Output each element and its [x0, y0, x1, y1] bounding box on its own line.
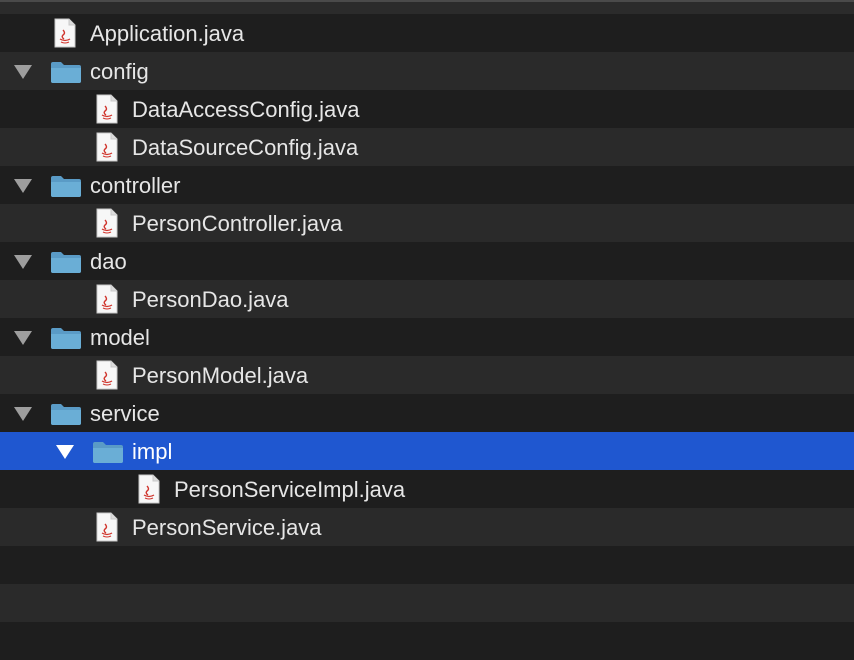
- empty-row: [0, 584, 854, 622]
- folder-icon: [51, 404, 81, 425]
- file-label: DataAccessConfig.java: [132, 97, 360, 122]
- java-file-icon: [96, 94, 118, 124]
- tree-file-row[interactable]: PersonModel.java: [0, 356, 854, 394]
- file-label: PersonServiceImpl.java: [174, 477, 406, 502]
- folder-label: impl: [132, 439, 173, 464]
- java-file-icon: [54, 18, 76, 48]
- folder-label: model: [90, 325, 150, 350]
- tree-file-row[interactable]: DataAccessConfig.java: [0, 90, 854, 128]
- file-label: PersonDao.java: [132, 287, 289, 312]
- empty-row: [0, 546, 854, 584]
- java-file-icon: [96, 360, 118, 390]
- tree-file-row[interactable]: PersonController.java: [0, 204, 854, 242]
- folder-icon: [51, 328, 81, 349]
- folder-icon: [51, 62, 81, 83]
- empty-row: [0, 622, 854, 660]
- tree-file-row[interactable]: Application.java: [0, 14, 854, 52]
- folder-label: config: [90, 59, 149, 84]
- tree-folder-row[interactable]: dao: [0, 242, 854, 280]
- file-label: PersonService.java: [132, 515, 322, 540]
- folder-icon: [51, 252, 81, 273]
- tree-folder-row[interactable]: service: [0, 394, 854, 432]
- folder-icon: [93, 442, 123, 463]
- folder-label: controller: [90, 173, 181, 198]
- java-file-icon: [96, 132, 118, 162]
- disclosure-triangle-icon[interactable]: [14, 331, 32, 345]
- tree-folder-row[interactable]: model: [0, 318, 854, 356]
- java-file-icon: [138, 474, 160, 504]
- java-file-icon: [96, 284, 118, 314]
- tree-top-border: [0, 0, 854, 14]
- java-file-icon: [96, 208, 118, 238]
- tree-folder-row[interactable]: impl: [0, 432, 854, 470]
- tree-file-row[interactable]: DataSourceConfig.java: [0, 128, 854, 166]
- file-label: PersonModel.java: [132, 363, 309, 388]
- folder-label: service: [90, 401, 160, 426]
- file-label: DataSourceConfig.java: [132, 135, 359, 160]
- file-label: PersonController.java: [132, 211, 343, 236]
- tree-file-row[interactable]: PersonServiceImpl.java: [0, 470, 854, 508]
- folder-label: dao: [90, 249, 127, 274]
- tree-folder-row[interactable]: controller: [0, 166, 854, 204]
- tree-folder-row[interactable]: config: [0, 52, 854, 90]
- disclosure-triangle-icon[interactable]: [14, 255, 32, 269]
- tree-file-row[interactable]: PersonService.java: [0, 508, 854, 546]
- file-label: Application.java: [90, 21, 245, 46]
- disclosure-triangle-icon[interactable]: [56, 445, 74, 459]
- disclosure-triangle-icon[interactable]: [14, 407, 32, 421]
- java-file-icon: [96, 512, 118, 542]
- disclosure-triangle-icon[interactable]: [14, 179, 32, 193]
- tree-file-row[interactable]: PersonDao.java: [0, 280, 854, 318]
- disclosure-triangle-icon[interactable]: [14, 65, 32, 79]
- folder-icon: [51, 176, 81, 197]
- project-file-tree: Application.java config DataAccessConfig.j…: [0, 0, 854, 660]
